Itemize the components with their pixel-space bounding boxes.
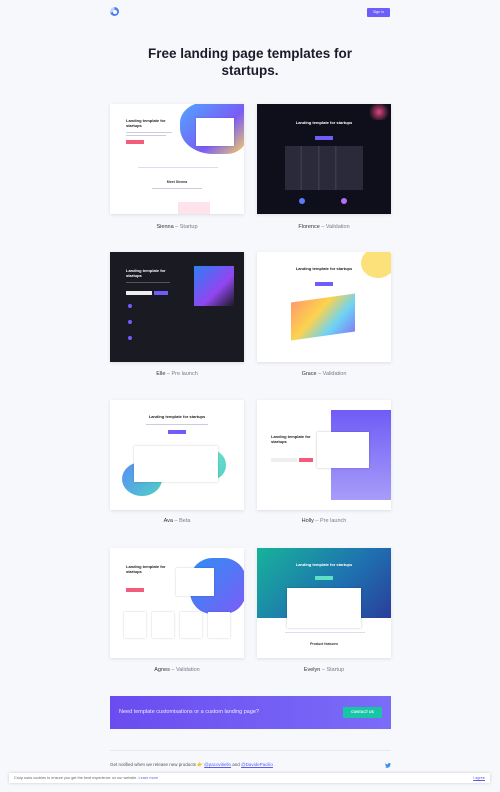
template-card-elle[interactable]: Landing template for startups — [110, 252, 244, 362]
template-caption[interactable]: Holly – Pre launch — [257, 518, 391, 524]
footer-link-davidepacilio[interactable]: @DavidePacilio — [241, 762, 273, 767]
template-card-agnes[interactable]: Landing template for startups — [110, 548, 244, 658]
preview-title: Landing template for startups — [126, 268, 166, 278]
template-name: Sienna — [156, 224, 174, 230]
preview-window — [134, 446, 218, 482]
preview-title: Landing template for startups — [295, 266, 353, 271]
template-tag: Pre launch — [171, 371, 198, 377]
preview-screen — [285, 146, 363, 190]
template-caption[interactable]: Elle – Pre launch — [110, 371, 244, 377]
sign-in-button[interactable]: Sign in — [367, 8, 390, 17]
preview-feature-card — [180, 612, 202, 638]
template-tag: Pre launch — [320, 518, 347, 524]
twitter-icon[interactable] — [385, 763, 391, 768]
cookie-banner: Cruip uses cookies to ensure you get the… — [9, 773, 490, 783]
footer-link-pacovitiello[interactable]: @pacovitiello — [204, 762, 231, 767]
preview-input — [126, 291, 152, 295]
preview-title: Landing template for startups — [295, 120, 353, 125]
template-card-holly[interactable]: Landing template for startups — [257, 400, 391, 510]
template-name: Ava — [163, 518, 173, 524]
preview-title: Landing template for startups — [148, 414, 206, 419]
cta-text: Need template customisations or a custom… — [119, 709, 260, 715]
template-caption[interactable]: Ava – Beta — [110, 518, 244, 524]
preview-title: Landing template for startups — [295, 562, 353, 567]
preview-line — [126, 132, 172, 134]
preview-button — [315, 282, 333, 286]
template-name: Elle — [156, 371, 166, 377]
preview-window — [196, 118, 234, 146]
preview-button — [315, 576, 333, 580]
preview-button — [299, 458, 313, 462]
preview-feature-card — [152, 612, 174, 638]
preview-logos — [285, 632, 365, 634]
preview-feature-icon — [128, 336, 132, 340]
agree-button[interactable]: I agree — [473, 776, 485, 780]
template-card-ava[interactable]: Landing template for startups — [110, 400, 244, 510]
template-name: Holly — [301, 518, 314, 524]
preview-button — [168, 430, 186, 434]
preview-feature-icon — [128, 304, 132, 308]
preview-glow — [367, 104, 391, 120]
preview-title: Landing template for startups — [126, 118, 166, 128]
template-tag: Startup — [326, 667, 345, 673]
template-caption[interactable]: Sienna – Startup — [110, 224, 244, 230]
preview-illustration — [291, 293, 355, 341]
template-tag: Validation — [175, 667, 200, 673]
template-tag: Validation — [325, 224, 350, 230]
template-card-evelyn[interactable]: Landing template for startups Product fe… — [257, 548, 391, 658]
template-tag: Validation — [322, 371, 347, 377]
template-card-sienna[interactable]: Landing template for startups Meet Sienn… — [110, 104, 244, 214]
preview-line — [126, 135, 166, 137]
preview-window — [287, 588, 361, 628]
preview-cubes — [194, 266, 234, 306]
preview-section-title: Meet Sienna — [166, 180, 188, 184]
page-title: Free landing page templates for startups… — [147, 46, 353, 78]
preview-title: Landing template for startups — [271, 434, 311, 444]
template-card-florence[interactable]: Landing template for startups — [257, 104, 391, 214]
preview-feature-icon — [341, 198, 347, 204]
preview-line — [152, 188, 202, 190]
preview-button — [126, 140, 144, 144]
preview-line — [126, 282, 170, 284]
preview-line — [146, 424, 208, 426]
preview-feature-card — [124, 612, 146, 638]
preview-image — [178, 202, 210, 214]
preview-button — [315, 136, 333, 140]
preview-blob — [361, 252, 391, 278]
preview-logos — [138, 167, 218, 169]
preview-button — [126, 588, 144, 592]
preview-button — [154, 291, 168, 295]
learn-more-link[interactable]: Learn more — [139, 776, 158, 780]
footer-text: Get notified when we release new product… — [110, 762, 273, 767]
template-tag: Beta — [179, 518, 191, 524]
cookie-text: Cruip uses cookies to ensure you get the… — [14, 776, 138, 780]
preview-feature-icon — [299, 198, 305, 204]
template-tag: Startup — [179, 224, 198, 230]
divider — [110, 750, 391, 751]
template-name: Florence — [298, 224, 320, 230]
contact-us-button[interactable]: CONTACT US — [343, 707, 382, 718]
preview-window — [176, 568, 214, 596]
template-caption[interactable]: Evelyn – Startup — [257, 667, 391, 673]
template-name: Agnes — [154, 667, 170, 673]
preview-input — [271, 458, 297, 462]
preview-feature-card — [208, 612, 230, 638]
template-caption[interactable]: Florence – Validation — [257, 224, 391, 230]
template-name: Grace — [301, 371, 317, 377]
preview-title: Landing template for startups — [126, 564, 166, 574]
preview-section-title: Product features — [310, 642, 338, 646]
cta-banner: Need template customisations or a custom… — [110, 696, 391, 729]
preview-feature-icon — [128, 320, 132, 324]
template-card-grace[interactable]: Landing template for startups — [257, 252, 391, 362]
preview-window — [317, 432, 369, 468]
template-caption[interactable]: Agnes – Validation — [110, 667, 244, 673]
template-name: Evelyn — [303, 667, 321, 673]
cruip-logo-icon[interactable] — [110, 7, 119, 16]
template-caption[interactable]: Grace – Validation — [257, 371, 391, 377]
